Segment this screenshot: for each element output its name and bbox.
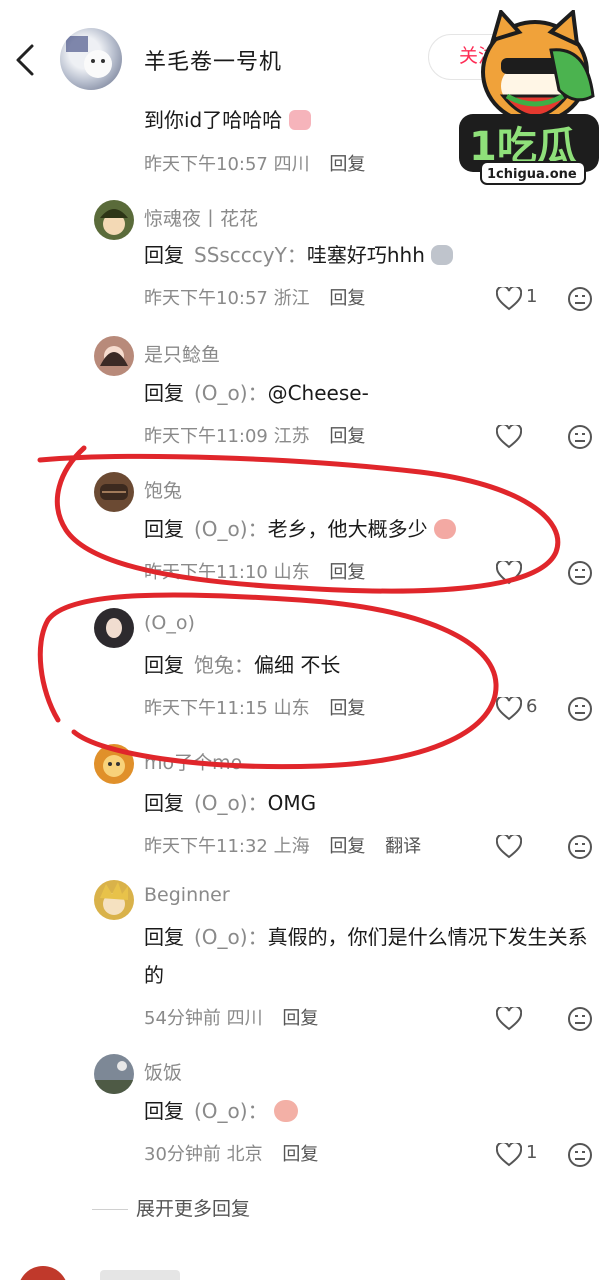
commenter-name[interactable]: 饱兔: [144, 476, 182, 503]
heart-icon: [496, 425, 522, 449]
like-button[interactable]: 1: [496, 1140, 556, 1170]
dislike-button[interactable]: [567, 834, 593, 860]
comment-text: 回复 (O_o)：老乡，他大概多少: [144, 510, 604, 548]
like-count: 1: [526, 286, 538, 307]
comment-meta: 昨天下午11:09 江苏 回复: [144, 426, 366, 447]
avatar[interactable]: [94, 336, 134, 376]
dislike-button[interactable]: [567, 696, 593, 722]
commenter-name[interactable]: 饭饭: [144, 1058, 182, 1085]
like-button[interactable]: [496, 558, 556, 588]
avatar[interactable]: [94, 200, 134, 240]
comment-meta: 30分钟前 北京 回复: [144, 1144, 319, 1165]
commenter-name[interactable]: 惊魂夜丨花花: [144, 204, 258, 231]
dislike-button[interactable]: [567, 560, 593, 586]
frown-icon: [568, 697, 592, 721]
comment-text: 回复 SSscccyY：哇塞好巧hhh: [144, 236, 604, 274]
heart-icon: [496, 1007, 522, 1031]
top-comment-meta: 昨天下午10:57 四川 回复: [144, 150, 365, 176]
location: 四川: [273, 154, 310, 175]
watermark-url: 1chigua.one: [487, 167, 577, 182]
frown-icon: [568, 1143, 592, 1167]
heart-icon: [496, 561, 522, 585]
comment-meta: 54分钟前 四川 回复: [144, 1008, 319, 1029]
expand-replies-button[interactable]: 展开更多回复: [92, 1194, 250, 1221]
reply-link[interactable]: 回复: [329, 698, 365, 719]
avatar[interactable]: [94, 1054, 134, 1094]
reply-link[interactable]: 回复: [329, 154, 365, 175]
comment-meta: 昨天下午11:15 山东 回复: [144, 698, 366, 719]
commenter-name[interactable]: (O_o): [144, 612, 195, 634]
next-comment-avatar[interactable]: [18, 1266, 68, 1280]
timestamp: 昨天下午10:57: [144, 154, 268, 175]
reply-link[interactable]: 回复: [282, 1144, 318, 1165]
commenter-name[interactable]: Beginner: [144, 884, 230, 906]
like-count: 6: [526, 696, 538, 717]
top-comment-text: 到你id了哈哈哈: [144, 104, 311, 133]
like-button[interactable]: [496, 1004, 556, 1034]
like-button[interactable]: [496, 422, 556, 452]
avatar[interactable]: [94, 880, 134, 920]
heart-icon: [496, 287, 522, 311]
watermark-logo: 1吃瓜 1chigua.one: [455, 7, 605, 188]
reply-link[interactable]: 回复: [329, 836, 365, 857]
avatar[interactable]: [94, 744, 134, 784]
dislike-button[interactable]: [567, 286, 593, 312]
like-button[interactable]: 1: [496, 284, 556, 314]
peach-emoji-icon: [433, 519, 456, 539]
comment-meta: 昨天下午11:32 上海 回复 翻译: [144, 836, 422, 857]
like-button[interactable]: [496, 832, 556, 862]
heart-icon: [496, 697, 522, 721]
comment-text: 回复 (O_o)：OMG: [144, 791, 317, 815]
comment-meta: 昨天下午10:57 浙江 回复: [144, 288, 366, 309]
frown-icon: [568, 425, 592, 449]
frown-icon: [568, 561, 592, 585]
pig-emoji-icon: [288, 110, 311, 130]
heart-icon: [496, 1143, 522, 1167]
avatar[interactable]: [94, 608, 134, 648]
dislike-button[interactable]: [567, 1006, 593, 1032]
reply-link[interactable]: 回复: [282, 1008, 318, 1029]
reply-link[interactable]: 回复: [329, 426, 365, 447]
like-button[interactable]: 6: [496, 694, 556, 724]
back-arrow-icon[interactable]: [12, 42, 40, 78]
like-count: 1: [526, 1142, 538, 1163]
dislike-button[interactable]: [567, 1142, 593, 1168]
comment-meta: 昨天下午11:10 山东 回复: [144, 562, 366, 583]
red-annotation-overlay: [37, 445, 561, 770]
crying-emoji-icon: [273, 1100, 298, 1122]
author-name[interactable]: 羊毛卷一号机: [144, 44, 282, 76]
author-avatar[interactable]: [60, 28, 122, 90]
frown-icon: [568, 1007, 592, 1031]
commenter-name[interactable]: 是只鲶鱼: [144, 340, 220, 367]
translate-link[interactable]: 翻译: [385, 836, 421, 857]
dislike-button[interactable]: [567, 424, 593, 450]
frown-icon: [568, 287, 592, 311]
divider: [92, 1209, 128, 1210]
commenter-name[interactable]: mo了个mo: [144, 748, 242, 775]
comment-text: 回复 (O_o)：@Cheese-: [144, 381, 369, 405]
comment-text: 回复 (O_o)：真假的，你们是什么情况下发生关系的: [144, 925, 588, 987]
reply-link[interactable]: 回复: [329, 288, 365, 309]
frown-icon: [568, 835, 592, 859]
comment-text: 回复 饱兔：偏细 不长: [144, 653, 341, 677]
reply-link[interactable]: 回复: [329, 562, 365, 583]
avatar[interactable]: [94, 472, 134, 512]
heart-icon: [496, 835, 522, 859]
comment-text: 回复 (O_o)：: [144, 1092, 604, 1130]
next-comment-name-placeholder: [100, 1270, 180, 1280]
cat-emoji-icon: [431, 245, 454, 265]
